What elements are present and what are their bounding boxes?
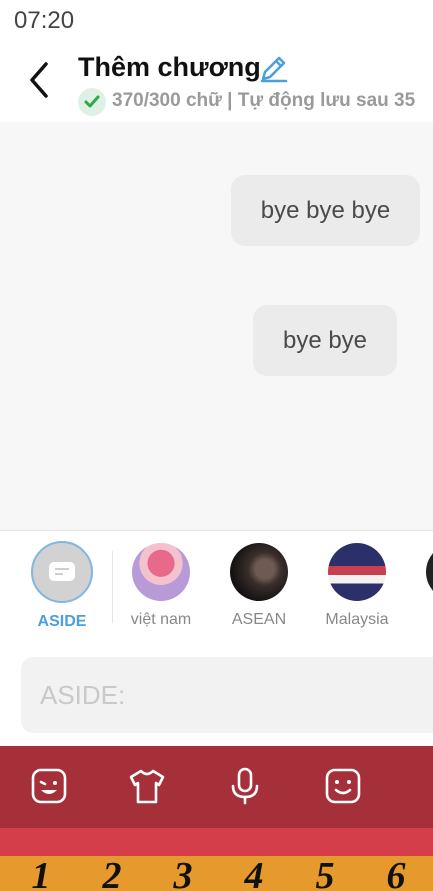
character-label: ASEAN [231, 611, 287, 628]
character-malaysia[interactable]: Malaysia [312, 543, 402, 629]
page-title: Thêm chương [78, 52, 261, 82]
color-strip [0, 828, 433, 856]
emoji-icon [325, 768, 361, 804]
message-bubble[interactable]: bye bye [253, 305, 397, 376]
save-status-row: 370/300 chữ | Tự động lưu sau 35 [78, 88, 433, 118]
avatar [328, 543, 386, 601]
costume-icon [129, 769, 165, 804]
sticker-icon [31, 768, 67, 804]
message-icon [49, 562, 75, 581]
check-icon [78, 88, 106, 116]
character-asean[interactable]: ASEAN [214, 543, 304, 629]
number-key[interactable]: 3 [163, 856, 203, 891]
voice-button[interactable] [225, 766, 265, 806]
character-label: ASIDE [37, 613, 87, 630]
edit-title-button[interactable] [258, 54, 288, 84]
back-arrow-icon [30, 62, 48, 98]
toolbar [0, 746, 433, 828]
costume-button[interactable] [127, 766, 167, 806]
avatar [426, 543, 433, 601]
status-time: 07:20 [14, 7, 75, 34]
divider [112, 551, 113, 623]
chat-area[interactable]: bye bye bye bye bye [0, 122, 433, 530]
character-label: Malaysia [325, 611, 389, 628]
number-key[interactable]: 1 [21, 856, 61, 891]
status-bar: 07:20 [0, 0, 433, 44]
number-key[interactable]: 6 [376, 856, 416, 891]
character-selector: ASIDE việt nam ASEAN Malaysia t [0, 530, 433, 647]
number-strip: 1 2 3 4 5 6 [0, 856, 433, 891]
emoji-button[interactable] [323, 766, 363, 806]
number-key[interactable]: 5 [305, 856, 345, 891]
pencil-icon [260, 56, 288, 83]
aside-avatar [31, 541, 93, 603]
header: Thêm chương 370/300 chữ | Tự động lưu sa… [0, 44, 433, 122]
character-viet-nam[interactable]: việt nam [116, 543, 206, 629]
character-label: việt nam [130, 611, 192, 628]
number-key[interactable]: 4 [234, 856, 274, 891]
message-input[interactable] [21, 657, 433, 733]
sticker-button[interactable] [29, 766, 69, 806]
microphone-icon [231, 767, 259, 805]
avatar [230, 543, 288, 601]
character-aside[interactable]: ASIDE [17, 541, 107, 631]
character-partial[interactable]: t [410, 543, 433, 629]
character-label: t [410, 611, 433, 629]
back-button[interactable] [20, 60, 60, 100]
message-bubble[interactable]: bye bye bye [231, 175, 420, 246]
number-key[interactable]: 2 [92, 856, 132, 891]
input-area [0, 645, 433, 746]
word-count-autosave-text: 370/300 chữ | Tự động lưu sau 35 [112, 90, 416, 111]
avatar [132, 543, 190, 601]
